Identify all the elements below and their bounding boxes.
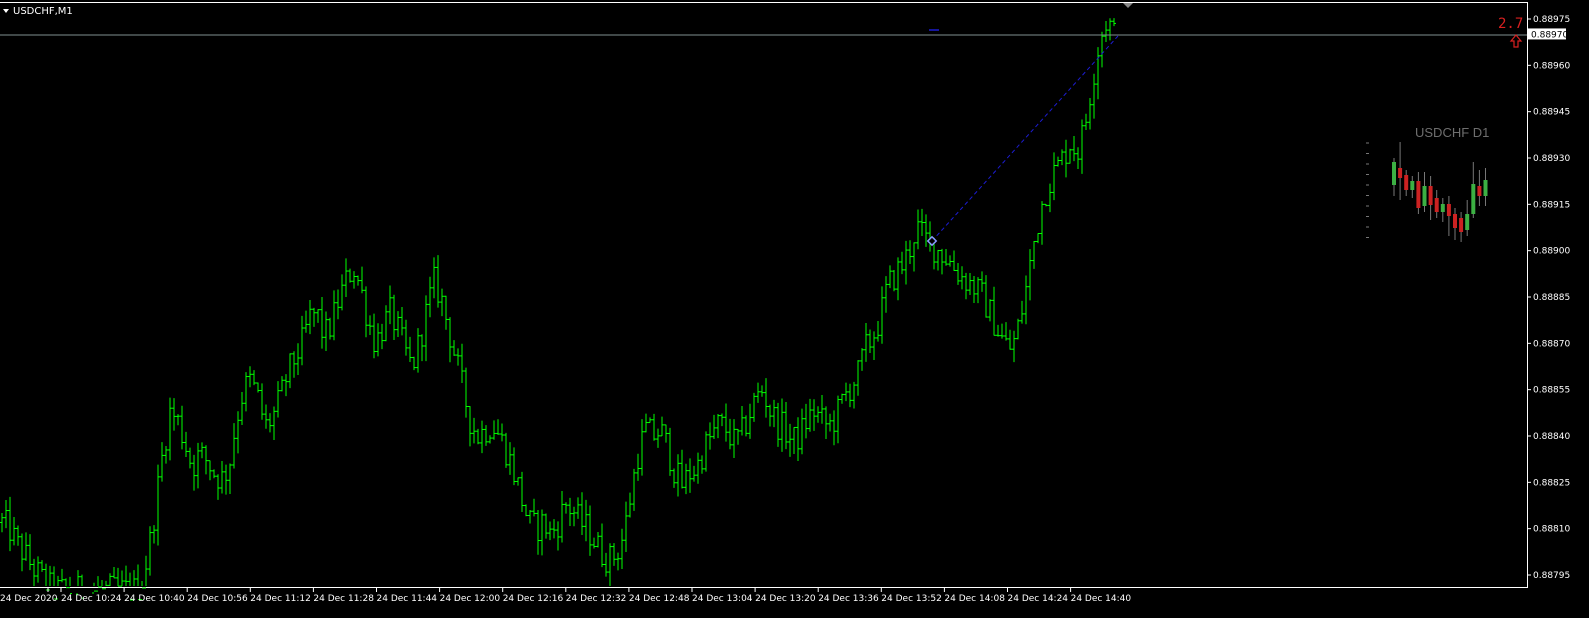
price-tick-label: 0.88810	[1533, 525, 1570, 535]
time-tick-label: 24 Dec 12:32	[566, 594, 627, 604]
mini-candle-body	[1422, 186, 1427, 206]
time-tick-label: 24 Dec 13:36	[818, 594, 879, 604]
price-tick-label: 0.88795	[1533, 571, 1570, 581]
price-tick-label: 0.88900	[1533, 247, 1570, 257]
mini-candle-body	[1416, 181, 1421, 208]
up-arrow-outline-icon	[1509, 34, 1523, 48]
time-tick-label: 24 Dec 13:20	[755, 594, 816, 604]
time-tick-label: 24 Dec 14:24	[1008, 594, 1069, 604]
mini-candle-body	[1398, 168, 1403, 178]
time-tick-label: 24 Dec 12:00	[440, 594, 501, 604]
price-tick-label: 0.88930	[1533, 154, 1570, 164]
chart-shift-marker-icon[interactable]	[1123, 3, 1133, 8]
current-price-tag: 0.88970	[1528, 28, 1568, 40]
price-tick-label: 0.88870	[1533, 339, 1570, 349]
trend-line[interactable]	[931, 35, 1119, 242]
mini-candle-body	[1446, 204, 1451, 216]
price-tick-label: 0.88960	[1533, 61, 1570, 71]
time-tick-label: 24 Dec 12:48	[629, 594, 690, 604]
time-tick-label: 24 Dec 14:40	[1071, 594, 1132, 604]
time-tick-label: 24 Dec 11:28	[313, 594, 374, 604]
symbol-title: USDCHF,M1	[13, 6, 73, 17]
dropdown-triangle-icon[interactable]	[3, 9, 9, 13]
price-bars	[0, 18, 1116, 601]
time-axis[interactable]: 24 Dec 2020 24 Dec 10:24 24 Dec 10:40 24 De…	[0, 588, 1131, 604]
mini-candle-body	[1392, 162, 1396, 185]
time-tick-label: 24 Dec 14:08	[944, 594, 1005, 604]
price-axis[interactable]: 0.88975 0.88960 0.88945 0.88930 0.88915 0.889…	[1527, 15, 1570, 581]
mini-candle-body	[1471, 184, 1476, 214]
price-tick-label: 0.88840	[1533, 432, 1570, 442]
mini-candle-body	[1440, 204, 1445, 212]
chart-area[interactable]: USDCHF,M1 2.7 USDCHF D1 0.889750.889600.…	[0, 0, 1589, 618]
time-tick-label: 24 Dec 10:40	[124, 594, 185, 604]
mini-chart	[1366, 142, 1488, 242]
time-tick-label: 24 Dec 10:56	[187, 594, 248, 604]
time-tick-label: 24 Dec 13:04	[692, 594, 753, 604]
time-tick-label: 24 Dec 11:44	[377, 594, 438, 604]
trend-anchor-handle[interactable]	[926, 235, 938, 247]
mini-candle-body	[1404, 175, 1409, 190]
price-tick-label: 0.88945	[1533, 108, 1570, 118]
price-tick-label: 0.88885	[1533, 293, 1570, 303]
price-tick-label: 0.88825	[1533, 478, 1570, 488]
mini-candle-body	[1428, 186, 1433, 205]
price-tick-label: 0.88855	[1533, 386, 1570, 396]
price-tick-label: 0.88975	[1533, 15, 1570, 25]
mini-candle-body	[1477, 186, 1482, 196]
price-tick-label: 0.88915	[1533, 200, 1570, 210]
mini-candle-body	[1459, 218, 1464, 232]
time-tick-label: 24 Dec 10:24	[61, 594, 122, 604]
mini-candle-body	[1465, 214, 1470, 230]
mini-candle-body	[1483, 180, 1488, 196]
mini-candle-body	[1434, 198, 1439, 212]
mini-candle-body	[1410, 181, 1415, 190]
indicator-value: 2.7	[1498, 16, 1523, 32]
time-tick-label: 24 Dec 12:16	[503, 594, 564, 604]
time-tick-label: 24 Dec 13:52	[881, 594, 942, 604]
mini-chart-title: USDCHF D1	[1415, 125, 1489, 140]
mini-candle-body	[1453, 214, 1457, 228]
current-price-label: 0.88970	[1531, 30, 1568, 40]
time-tick-label: 24 Dec 2020	[0, 594, 58, 604]
time-tick-label: 24 Dec 11:12	[250, 594, 311, 604]
